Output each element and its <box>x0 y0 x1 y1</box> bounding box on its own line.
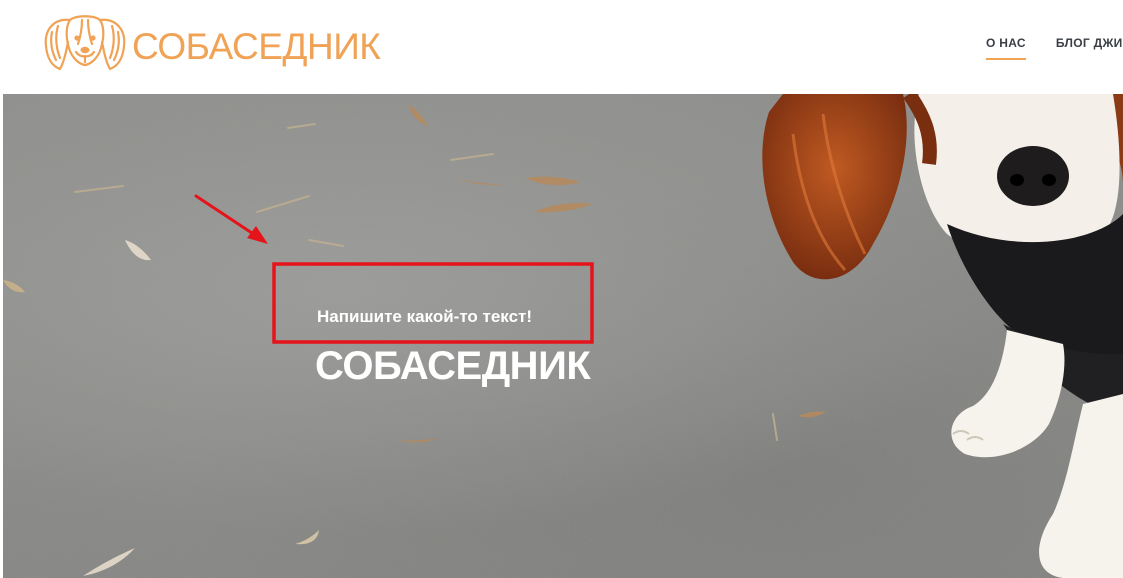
hero-section: Напишите какой-то текст! СОБАСЕДНИК <box>3 94 1123 578</box>
nav-item-blog[interactable]: БЛОГ ДЖИ <box>1056 36 1123 60</box>
nav-item-about[interactable]: О НАС <box>986 36 1026 60</box>
hero-background-photo <box>3 94 1123 578</box>
main-nav: О НАС БЛОГ ДЖИ <box>986 36 1123 60</box>
dog-head-icon <box>44 15 126 71</box>
page: СОБАСЕДНИК О НАС БЛОГ ДЖИ Напишите какой… <box>0 0 1123 578</box>
hero-subtitle: Напишите какой-то текст! <box>317 307 533 326</box>
site-logo[interactable]: СОБАСЕДНИК <box>40 12 381 74</box>
site-header: СОБАСЕДНИК О НАС БЛОГ ДЖИ <box>0 0 1123 94</box>
brand-name: СОБАСЕДНИК <box>132 25 381 67</box>
hero-title: СОБАСЕДНИК <box>315 344 591 388</box>
